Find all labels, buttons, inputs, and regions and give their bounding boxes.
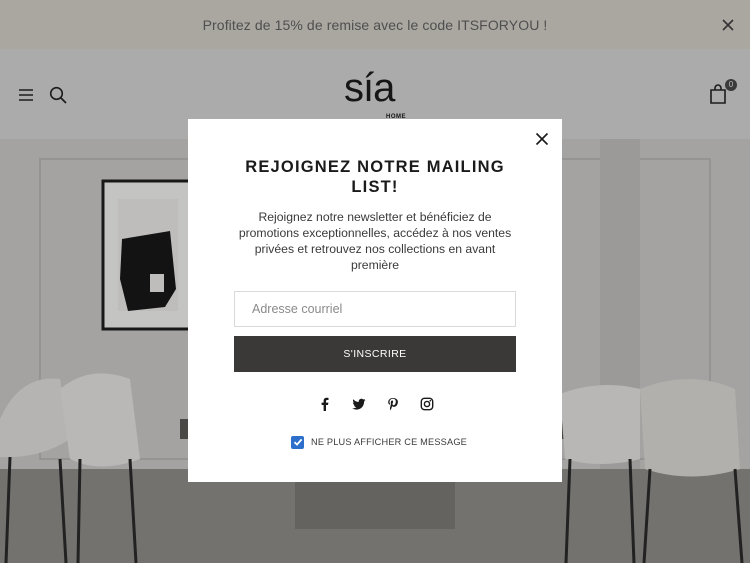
hamburger-menu-icon[interactable] bbox=[18, 88, 34, 102]
announcement-text: Profitez de 15% de remise avec le code I… bbox=[202, 16, 548, 33]
twitter-icon[interactable] bbox=[352, 397, 366, 411]
dont-show-again-label: NE PLUS AFFICHER CE MESSAGE bbox=[311, 437, 468, 447]
email-field[interactable] bbox=[234, 291, 516, 327]
dont-show-again-checkbox[interactable] bbox=[291, 435, 304, 449]
facebook-icon[interactable] bbox=[318, 397, 332, 411]
dont-show-again-row: NE PLUS AFFICHER CE MESSAGE bbox=[291, 435, 467, 449]
instagram-icon[interactable] bbox=[420, 397, 434, 411]
announcement-bar: Profitez de 15% de remise avec le code I… bbox=[0, 0, 750, 49]
close-icon[interactable] bbox=[721, 18, 735, 32]
pinterest-icon[interactable] bbox=[386, 397, 400, 411]
close-icon[interactable] bbox=[535, 132, 549, 146]
search-icon[interactable] bbox=[49, 86, 67, 104]
subscribe-button[interactable]: S'INSCRIRE bbox=[234, 336, 516, 372]
modal-title: REJOIGNEZ NOTRE MAILING LIST! bbox=[245, 158, 505, 196]
social-links bbox=[316, 397, 434, 413]
cart-count-badge: 0 bbox=[725, 79, 737, 91]
modal-description: Rejoignez notre newsletter et bénéficiez… bbox=[238, 210, 512, 272]
newsletter-modal: REJOIGNEZ NOTRE MAILING LIST! Rejoignez … bbox=[188, 119, 562, 482]
checkmark-icon bbox=[293, 438, 302, 446]
logo-wordmark: sía bbox=[344, 66, 395, 110]
site-logo[interactable]: sía HOME bbox=[344, 66, 408, 120]
